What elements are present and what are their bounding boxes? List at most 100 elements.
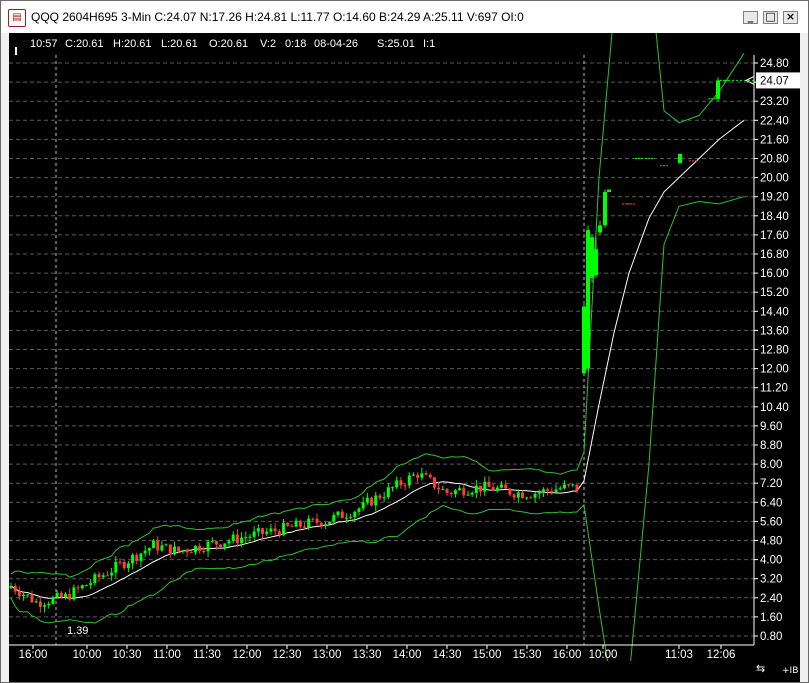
price-tick-label: 5.60: [760, 516, 782, 528]
candle-body: [156, 540, 160, 551]
close-icon: ×: [785, 10, 796, 23]
candle-body: [143, 550, 147, 554]
chart-area[interactable]: 10:57 C:20.61 H:20.61 L:20.61 O:20.61 V:…: [9, 33, 800, 661]
candle-body: [470, 492, 474, 495]
time-tick-label: 13:30: [353, 649, 382, 661]
candle-body: [59, 592, 63, 598]
candle-body: [131, 554, 135, 564]
close-button[interactable]: ×: [783, 10, 798, 24]
time-tick-label: 10:00: [73, 649, 102, 661]
price-tick-label: 3.20: [760, 574, 782, 586]
candle-body: [244, 537, 248, 539]
candle-body: [214, 541, 218, 545]
candle-body: [529, 497, 533, 499]
candle-body: [26, 594, 30, 596]
candle-body: [458, 488, 462, 491]
candle-body: [466, 494, 470, 496]
candle-body: [80, 585, 84, 589]
candle-body: [152, 540, 156, 549]
title-bar[interactable]: ▤ QQQ 2604H695 3-Min C:24.07 N:17.26 H:2…: [1, 1, 808, 33]
candle-body: [294, 520, 298, 527]
candle-body: [84, 585, 88, 587]
price-tick-label: 15.20: [760, 287, 789, 299]
candle-body: [17, 591, 21, 597]
maximize-button[interactable]: □: [763, 10, 778, 24]
candle-body: [598, 225, 602, 233]
candle-body: [110, 572, 114, 576]
candle-body: [315, 518, 319, 523]
candle-body: [445, 488, 449, 493]
price-tick-label: 12.00: [760, 364, 789, 376]
price-tick-label: 20.00: [760, 173, 789, 185]
candle-body: [248, 536, 252, 538]
time-tick-label: 12:06: [707, 649, 736, 661]
candle-body: [147, 548, 151, 551]
price-tick-label: 4.00: [760, 555, 782, 567]
candle-body: [336, 511, 340, 516]
price-tick-label: 17.60: [760, 230, 789, 242]
scroll-arrows-icon[interactable]: ⇆: [756, 662, 765, 675]
time-tick-label: 12:30: [273, 649, 302, 661]
minimize-icon: _: [747, 10, 754, 23]
price-tick-label: 12.80: [760, 345, 789, 357]
candle-body: [202, 551, 206, 553]
candle-body: [562, 484, 566, 489]
candle-body: [160, 545, 164, 551]
price-tick-label: 9.60: [760, 421, 782, 433]
candle-body: [173, 546, 177, 555]
candle-body: [594, 249, 598, 276]
candle-body: [349, 517, 353, 519]
candle-body: [411, 474, 415, 476]
plus-ib-label[interactable]: +IB: [782, 666, 798, 676]
candle-body: [432, 477, 436, 488]
candle-body: [353, 511, 357, 518]
candle-body: [344, 517, 348, 519]
candle-body: [487, 481, 491, 488]
candle-body: [193, 545, 197, 553]
time-tick-label: 14:30: [433, 649, 462, 661]
candle-body: [508, 488, 512, 495]
chart-window: ▤ QQQ 2604H695 3-Min C:24.07 N:17.26 H:2…: [0, 0, 809, 683]
candle-body: [590, 237, 594, 278]
candle-body: [47, 603, 51, 606]
bollinger-bands: [10, 33, 745, 661]
candle-body: [256, 528, 260, 532]
candle-body: [395, 480, 399, 488]
candle-body: [64, 594, 68, 598]
candle-body: [126, 563, 130, 569]
candle-body: [252, 531, 256, 537]
time-tick-label: 11:30: [193, 649, 221, 661]
time-tick-label: 13:00: [313, 649, 342, 661]
candle-body: [575, 484, 579, 491]
price-tick-label: 23.20: [760, 96, 789, 108]
candle-body: [437, 487, 441, 490]
candle-body: [240, 537, 244, 543]
candle-body: [512, 494, 516, 498]
price-tick-label: 8.00: [760, 459, 782, 471]
candle-body: [428, 474, 432, 478]
minimize-button[interactable]: _: [743, 10, 758, 24]
time-tick-label: 10:30: [113, 649, 142, 661]
candle-body: [332, 515, 336, 522]
maximize-icon: □: [765, 10, 776, 23]
chart-app-icon[interactable]: ▤: [8, 9, 26, 27]
candle-body: [525, 497, 529, 499]
candle-body: [168, 544, 172, 555]
time-axis: 16:00 10:00 10:30 11:00 11:30 12:00 12:30 13:00…: [9, 644, 754, 661]
candle-body: [328, 521, 332, 525]
price-chart-svg: 24.8024.0023.2022.4021.6020.8020.0019.20…: [9, 33, 800, 661]
candle-body: [474, 485, 478, 493]
candle-body: [30, 594, 34, 603]
candle-body: [235, 534, 239, 543]
candle-body: [554, 489, 558, 493]
price-tick-label: 21.60: [760, 134, 789, 146]
candle-body: [261, 528, 265, 534]
candle-body: [114, 561, 118, 573]
candle-body: [491, 487, 495, 491]
window-title: QQQ 2604H695 3-Min C:24.07 N:17.26 H:24.…: [31, 10, 524, 24]
candle-body: [607, 189, 611, 192]
price-tick-label: 2.40: [760, 593, 782, 605]
candle-body: [603, 191, 607, 226]
time-tick-label: 15:30: [513, 649, 542, 661]
price-tick-label: 16.80: [760, 249, 789, 261]
